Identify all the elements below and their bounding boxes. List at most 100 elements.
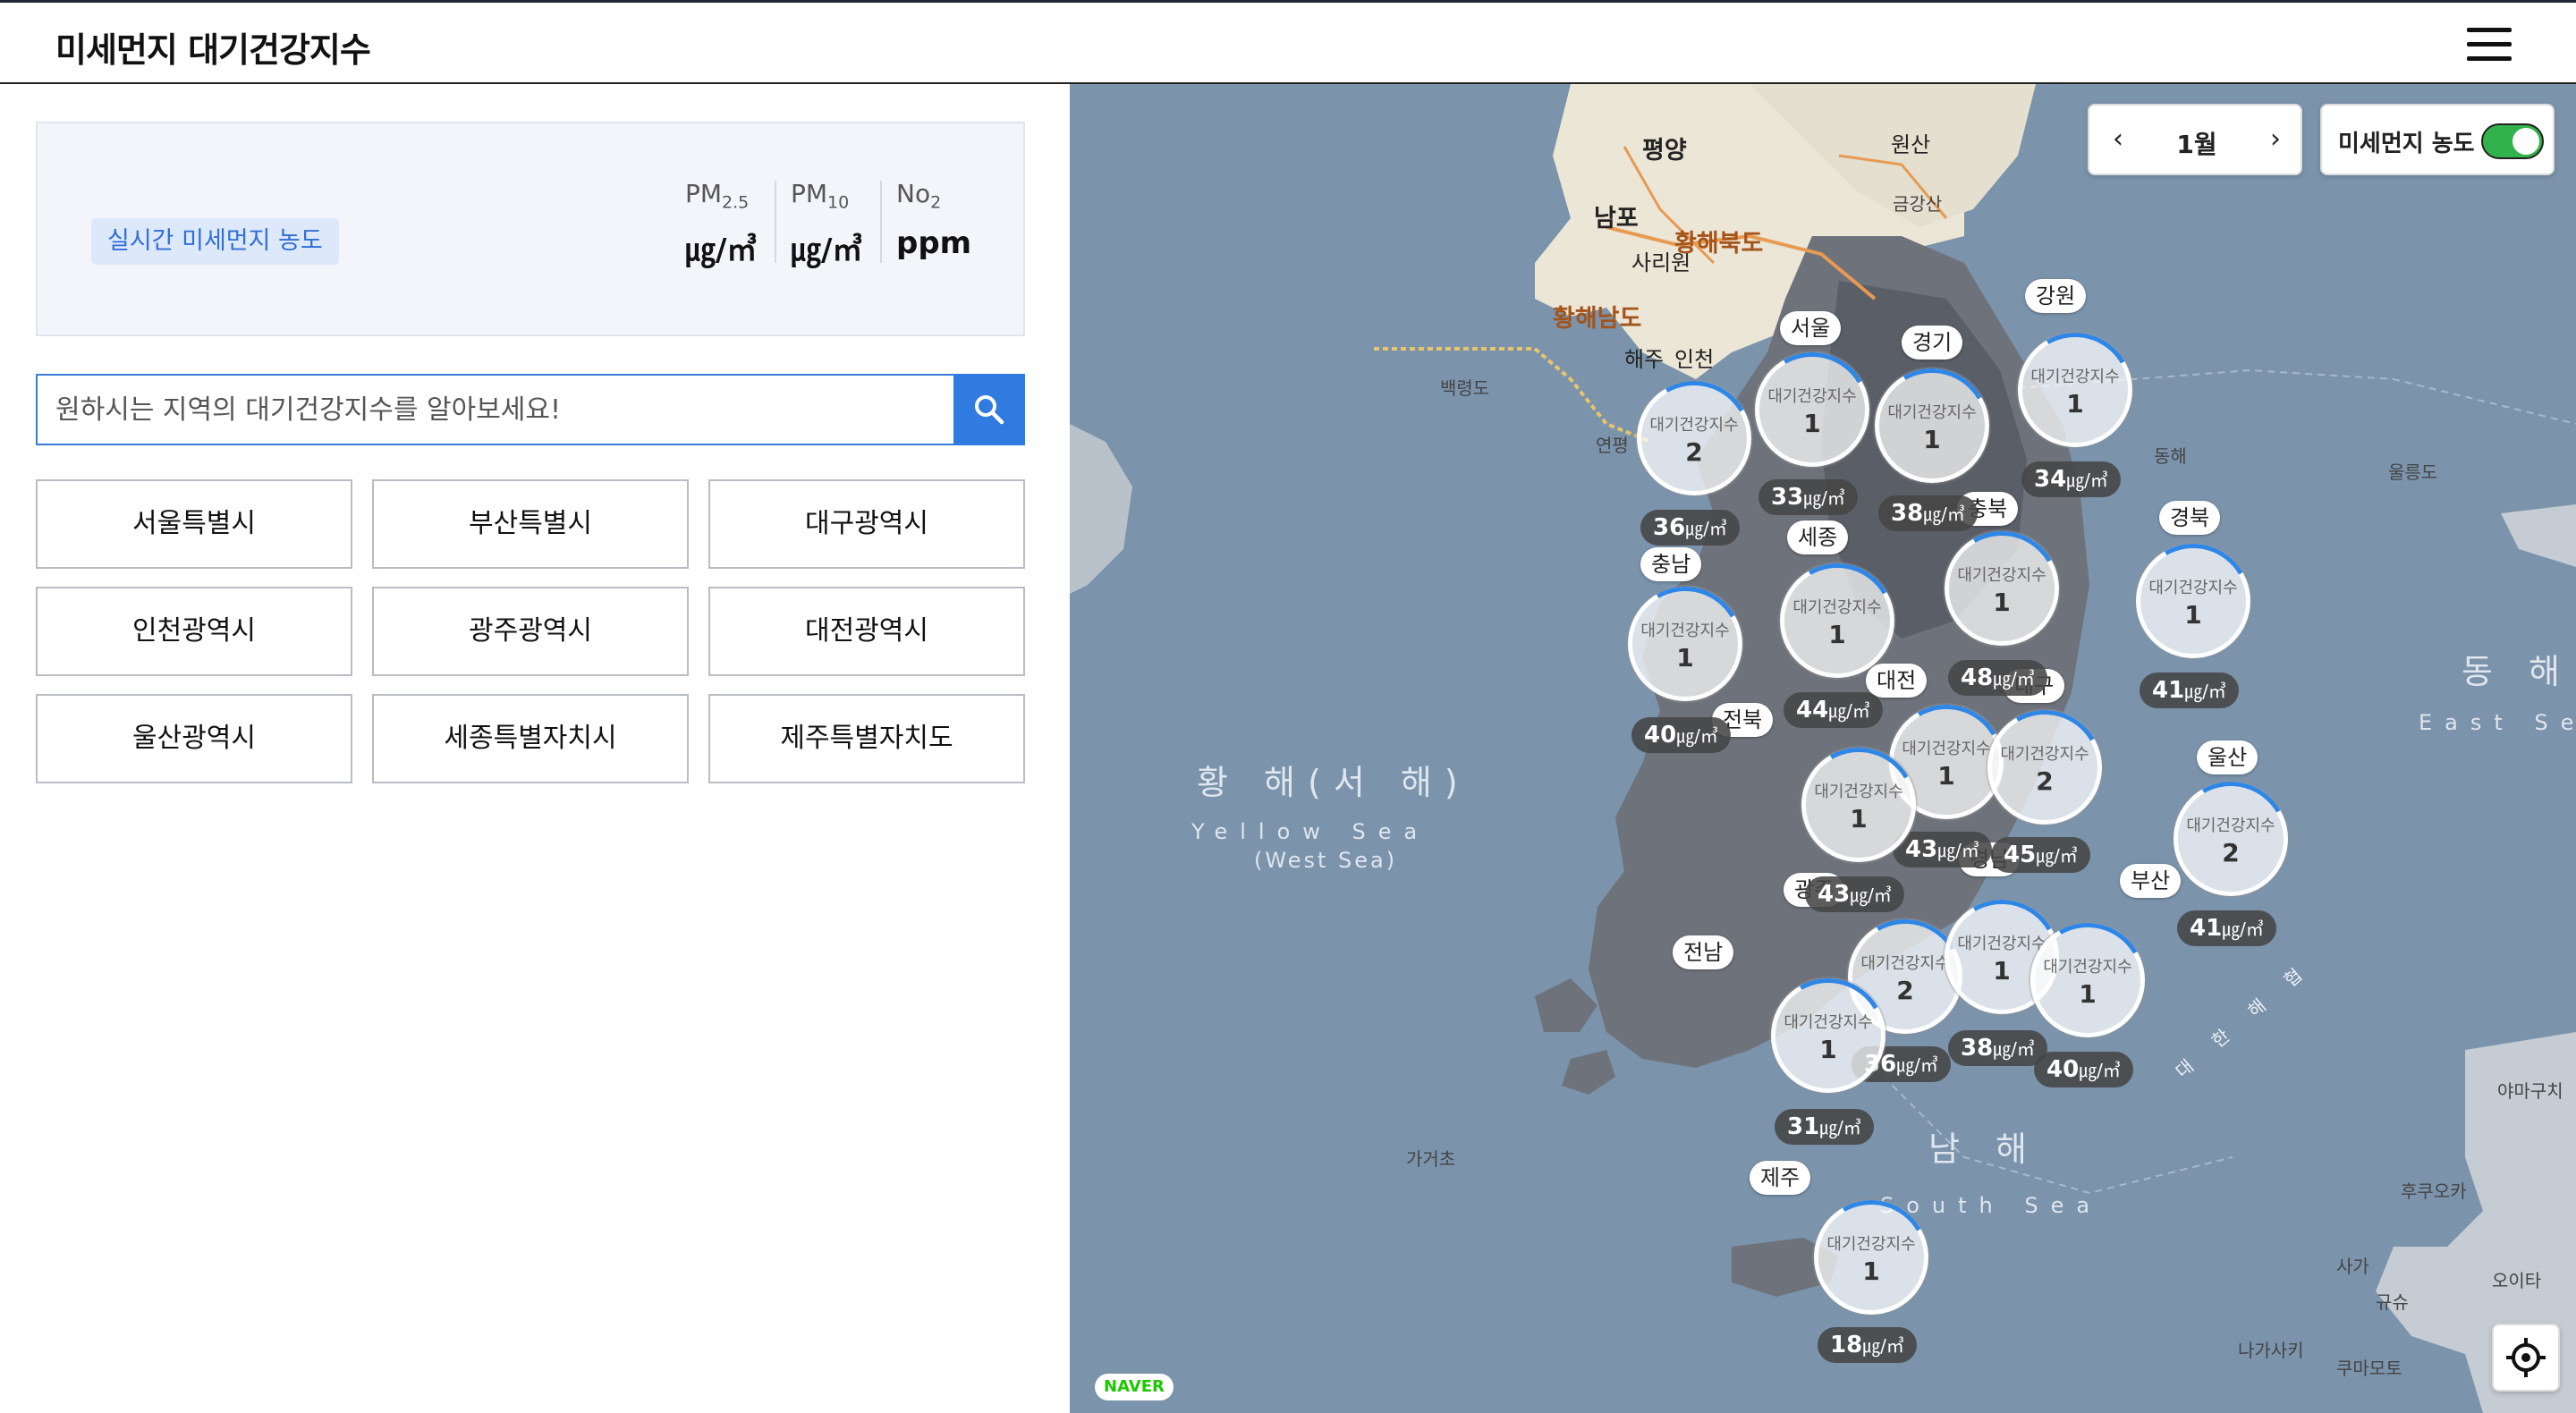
marker-busan[interactable]: 대기건강지수 1 — [2030, 923, 2145, 1037]
region-button-daejeon[interactable]: 대전광역시 — [708, 587, 1025, 676]
place-nampo: 남포 — [1594, 205, 1639, 233]
east-sea-en-label: East Se — [2419, 710, 2576, 735]
naver-logo: NAVER — [1095, 1374, 1174, 1400]
region-button-seoul[interactable]: 서울특별시 — [36, 479, 352, 569]
marker-chungnam[interactable]: 대기건강지수 1 — [1628, 587, 1742, 701]
marker-ulsan[interactable]: 대기건강지수 2 — [2174, 782, 2288, 896]
region-pill-daejeon: 대전 — [1866, 664, 1928, 698]
unit-divider — [880, 181, 882, 263]
value-pill-daejeon: 43㎍/㎥ — [1893, 832, 1992, 867]
marker-jeonbuk[interactable]: 대기건강지수 1 — [1801, 748, 1916, 862]
basemap — [1070, 84, 2576, 1413]
hamburger-menu-icon[interactable] — [2467, 28, 2512, 63]
region-pill-sejong: 세종 — [1787, 520, 1849, 554]
chevron-left-icon[interactable]: ‹ — [2100, 122, 2136, 157]
place-hwanghae-north: 황해북도 — [1674, 230, 1764, 258]
value-pill-jeonnam: 31㎍/㎥ — [1775, 1109, 1874, 1145]
value-pill-gangwon: 34㎍/㎥ — [2021, 461, 2121, 497]
place-pyongyang: 평양 — [1642, 137, 1687, 165]
crosshair-locate-icon — [2506, 1338, 2546, 1377]
legend-panel: 실시간 미세먼지 농도 PM2.5 ㎍/㎥ PM10 ㎍/㎥ No2 ppm — [36, 122, 1025, 336]
value-pill-seoul: 33㎍/㎥ — [1758, 479, 1858, 515]
month-selector: ‹ 1월 › — [2088, 104, 2302, 175]
region-pill-ulsan: 울산 — [2197, 740, 2258, 774]
region-button-ulsan[interactable]: 울산광역시 — [36, 694, 352, 783]
south-sea-label: 남 해 — [1928, 1130, 2039, 1169]
value-pill-incheon: 36㎍/㎥ — [1640, 510, 1740, 546]
region-pill-jeonnam: 전남 — [1673, 935, 1734, 969]
place-haeju: 해주 — [1624, 347, 1665, 372]
region-pill-gyeongbuk: 경북 — [2159, 501, 2221, 535]
place-kumamoto: 쿠마모토 — [2336, 1358, 2402, 1379]
value-pill-ulsan: 41㎍/㎥ — [2177, 910, 2276, 946]
place-baengnyeongdo: 백령도 — [1440, 377, 1490, 399]
yellow-sea-label: 황 해(서 해) — [1197, 763, 1470, 802]
yellow-sea-en-label: Yellow Sea — [1191, 819, 1430, 844]
marker-sejong[interactable]: 대기건강지수 1 — [1780, 563, 1894, 678]
region-pill-gyeonggi: 경기 — [1902, 326, 1963, 360]
unit-divider — [775, 181, 776, 263]
value-pill-jeju: 18㎍/㎥ — [1818, 1327, 1917, 1363]
toggle-label: 미세먼지 농도 — [2338, 131, 2475, 157]
locate-button[interactable] — [2492, 1324, 2560, 1392]
value-pill-daegu: 45㎍/㎥ — [1991, 837, 2090, 873]
unit-no2: No2 ppm — [896, 179, 972, 261]
region-pill-busan: 부산 — [2120, 864, 2182, 898]
value-pill-gyeongnam: 38㎍/㎥ — [1948, 1030, 2047, 1066]
marker-chungbuk[interactable]: 대기건강지수 1 — [1945, 531, 2059, 646]
marker-daegu[interactable]: 대기건강지수 2 — [1987, 710, 2102, 825]
region-button-busan[interactable]: 부산특별시 — [372, 479, 689, 569]
marker-jeonnam[interactable]: 대기건강지수 1 — [1771, 978, 1885, 1093]
value-pill-gyeonggi: 38㎍/㎥ — [1878, 495, 1978, 531]
map-view[interactable]: 황 해(서 해) Yellow Sea (West Sea) 동 해 East … — [1070, 84, 2576, 1413]
marker-seoul[interactable]: 대기건강지수 1 — [1755, 352, 1869, 467]
place-donghae: 동해 — [2154, 445, 2187, 467]
south-sea-en-label: South Sea — [1880, 1193, 2103, 1218]
place-incheon: 인천 — [1674, 347, 1715, 372]
marker-gangwon[interactable]: 대기건강지수 1 — [2018, 333, 2132, 447]
region-button-daegu[interactable]: 대구광역시 — [708, 479, 1025, 569]
search-bar — [36, 374, 1025, 445]
place-geumgangsan: 금강산 — [1893, 193, 1943, 215]
place-oita: 오이타 — [2492, 1270, 2542, 1291]
realtime-badge: 실시간 미세먼지 농도 — [91, 218, 339, 265]
value-pill-chungnam: 40㎍/㎥ — [1631, 717, 1731, 753]
place-yamaguchi: 야마구치 — [2497, 1080, 2563, 1102]
value-pill-sejong: 44㎍/㎥ — [1784, 692, 1883, 728]
east-sea-label: 동 해 — [2462, 652, 2572, 691]
marker-jeju[interactable]: 대기건강지수 1 — [1814, 1200, 1928, 1315]
search-icon — [975, 395, 1004, 425]
unit-pm25: PM2.5 ㎍/㎥ — [685, 179, 758, 268]
app-header: 미세먼지 대기건강지수 — [0, 0, 2576, 84]
region-button-sejong[interactable]: 세종특별자치시 — [372, 694, 689, 783]
place-saga: 사가 — [2336, 1256, 2369, 1277]
value-pill-busan: 40㎍/㎥ — [2034, 1052, 2133, 1087]
value-pill-jeonbuk: 43㎍/㎥ — [1805, 876, 1904, 912]
place-nagasaki: 나가사키 — [2238, 1340, 2304, 1361]
region-pill-gangwon: 강원 — [2025, 279, 2087, 313]
region-button-incheon[interactable]: 인천광역시 — [36, 587, 352, 676]
app-title: 미세먼지 대기건강지수 — [55, 30, 371, 70]
marker-gyeonggi[interactable]: 대기건강지수 1 — [1875, 368, 1989, 483]
marker-incheon[interactable]: 대기건강지수 2 — [1637, 381, 1751, 495]
region-pill-seoul: 서울 — [1780, 311, 1842, 345]
region-button-jeju[interactable]: 제주특별자치도 — [708, 694, 1025, 783]
month-label: 1월 — [2176, 130, 2217, 159]
region-button-gwangju[interactable]: 광주광역시 — [372, 587, 689, 676]
search-input[interactable] — [36, 374, 953, 445]
pm-concentration-toggle-panel: 미세먼지 농도 — [2320, 104, 2555, 175]
search-button[interactable] — [953, 374, 1025, 445]
unit-pm10: PM10 ㎍/㎥ — [791, 179, 863, 268]
marker-gyeongbuk[interactable]: 대기건강지수 1 — [2136, 544, 2250, 658]
value-pill-chungbuk: 48㎍/㎥ — [1948, 660, 2047, 696]
region-pill-jeju: 제주 — [1750, 1161, 1811, 1195]
region-pill-chungnam: 충남 — [1640, 547, 1702, 581]
west-sea-en-label: (West Sea) — [1254, 848, 1398, 873]
place-yeonpyeong: 연평 — [1596, 435, 1629, 456]
value-pill-gyeongbuk: 41㎍/㎥ — [2140, 673, 2239, 708]
pm-concentration-toggle[interactable] — [2481, 123, 2544, 159]
chevron-right-icon[interactable]: › — [2258, 122, 2293, 157]
place-wonsan: 원산 — [1891, 132, 1931, 157]
place-ulleungdo: 울릉도 — [2388, 461, 2438, 483]
place-kyushu: 규슈 — [2376, 1291, 2409, 1313]
